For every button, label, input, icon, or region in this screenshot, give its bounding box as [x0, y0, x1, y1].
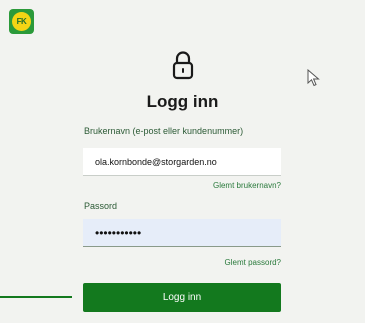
forgot-password-link[interactable]: Glemt passord? [225, 258, 281, 267]
username-field[interactable] [83, 148, 281, 176]
password-field[interactable] [83, 219, 281, 247]
brand-logo[interactable]: FK [9, 9, 34, 34]
lock-icon [172, 51, 194, 80]
page-title: Logg inn [146, 92, 219, 111]
forgot-username-link[interactable]: Glemt brukernavn? [213, 181, 281, 190]
brand-logo-mark: FK [12, 12, 31, 31]
password-label: Passord [84, 201, 118, 211]
annotation-line [0, 296, 72, 298]
mouse-pointer-icon [307, 69, 320, 87]
username-label: Brukernavn (e-post eller kundenummer) [84, 126, 244, 136]
login-button[interactable]: Logg inn [83, 283, 281, 312]
